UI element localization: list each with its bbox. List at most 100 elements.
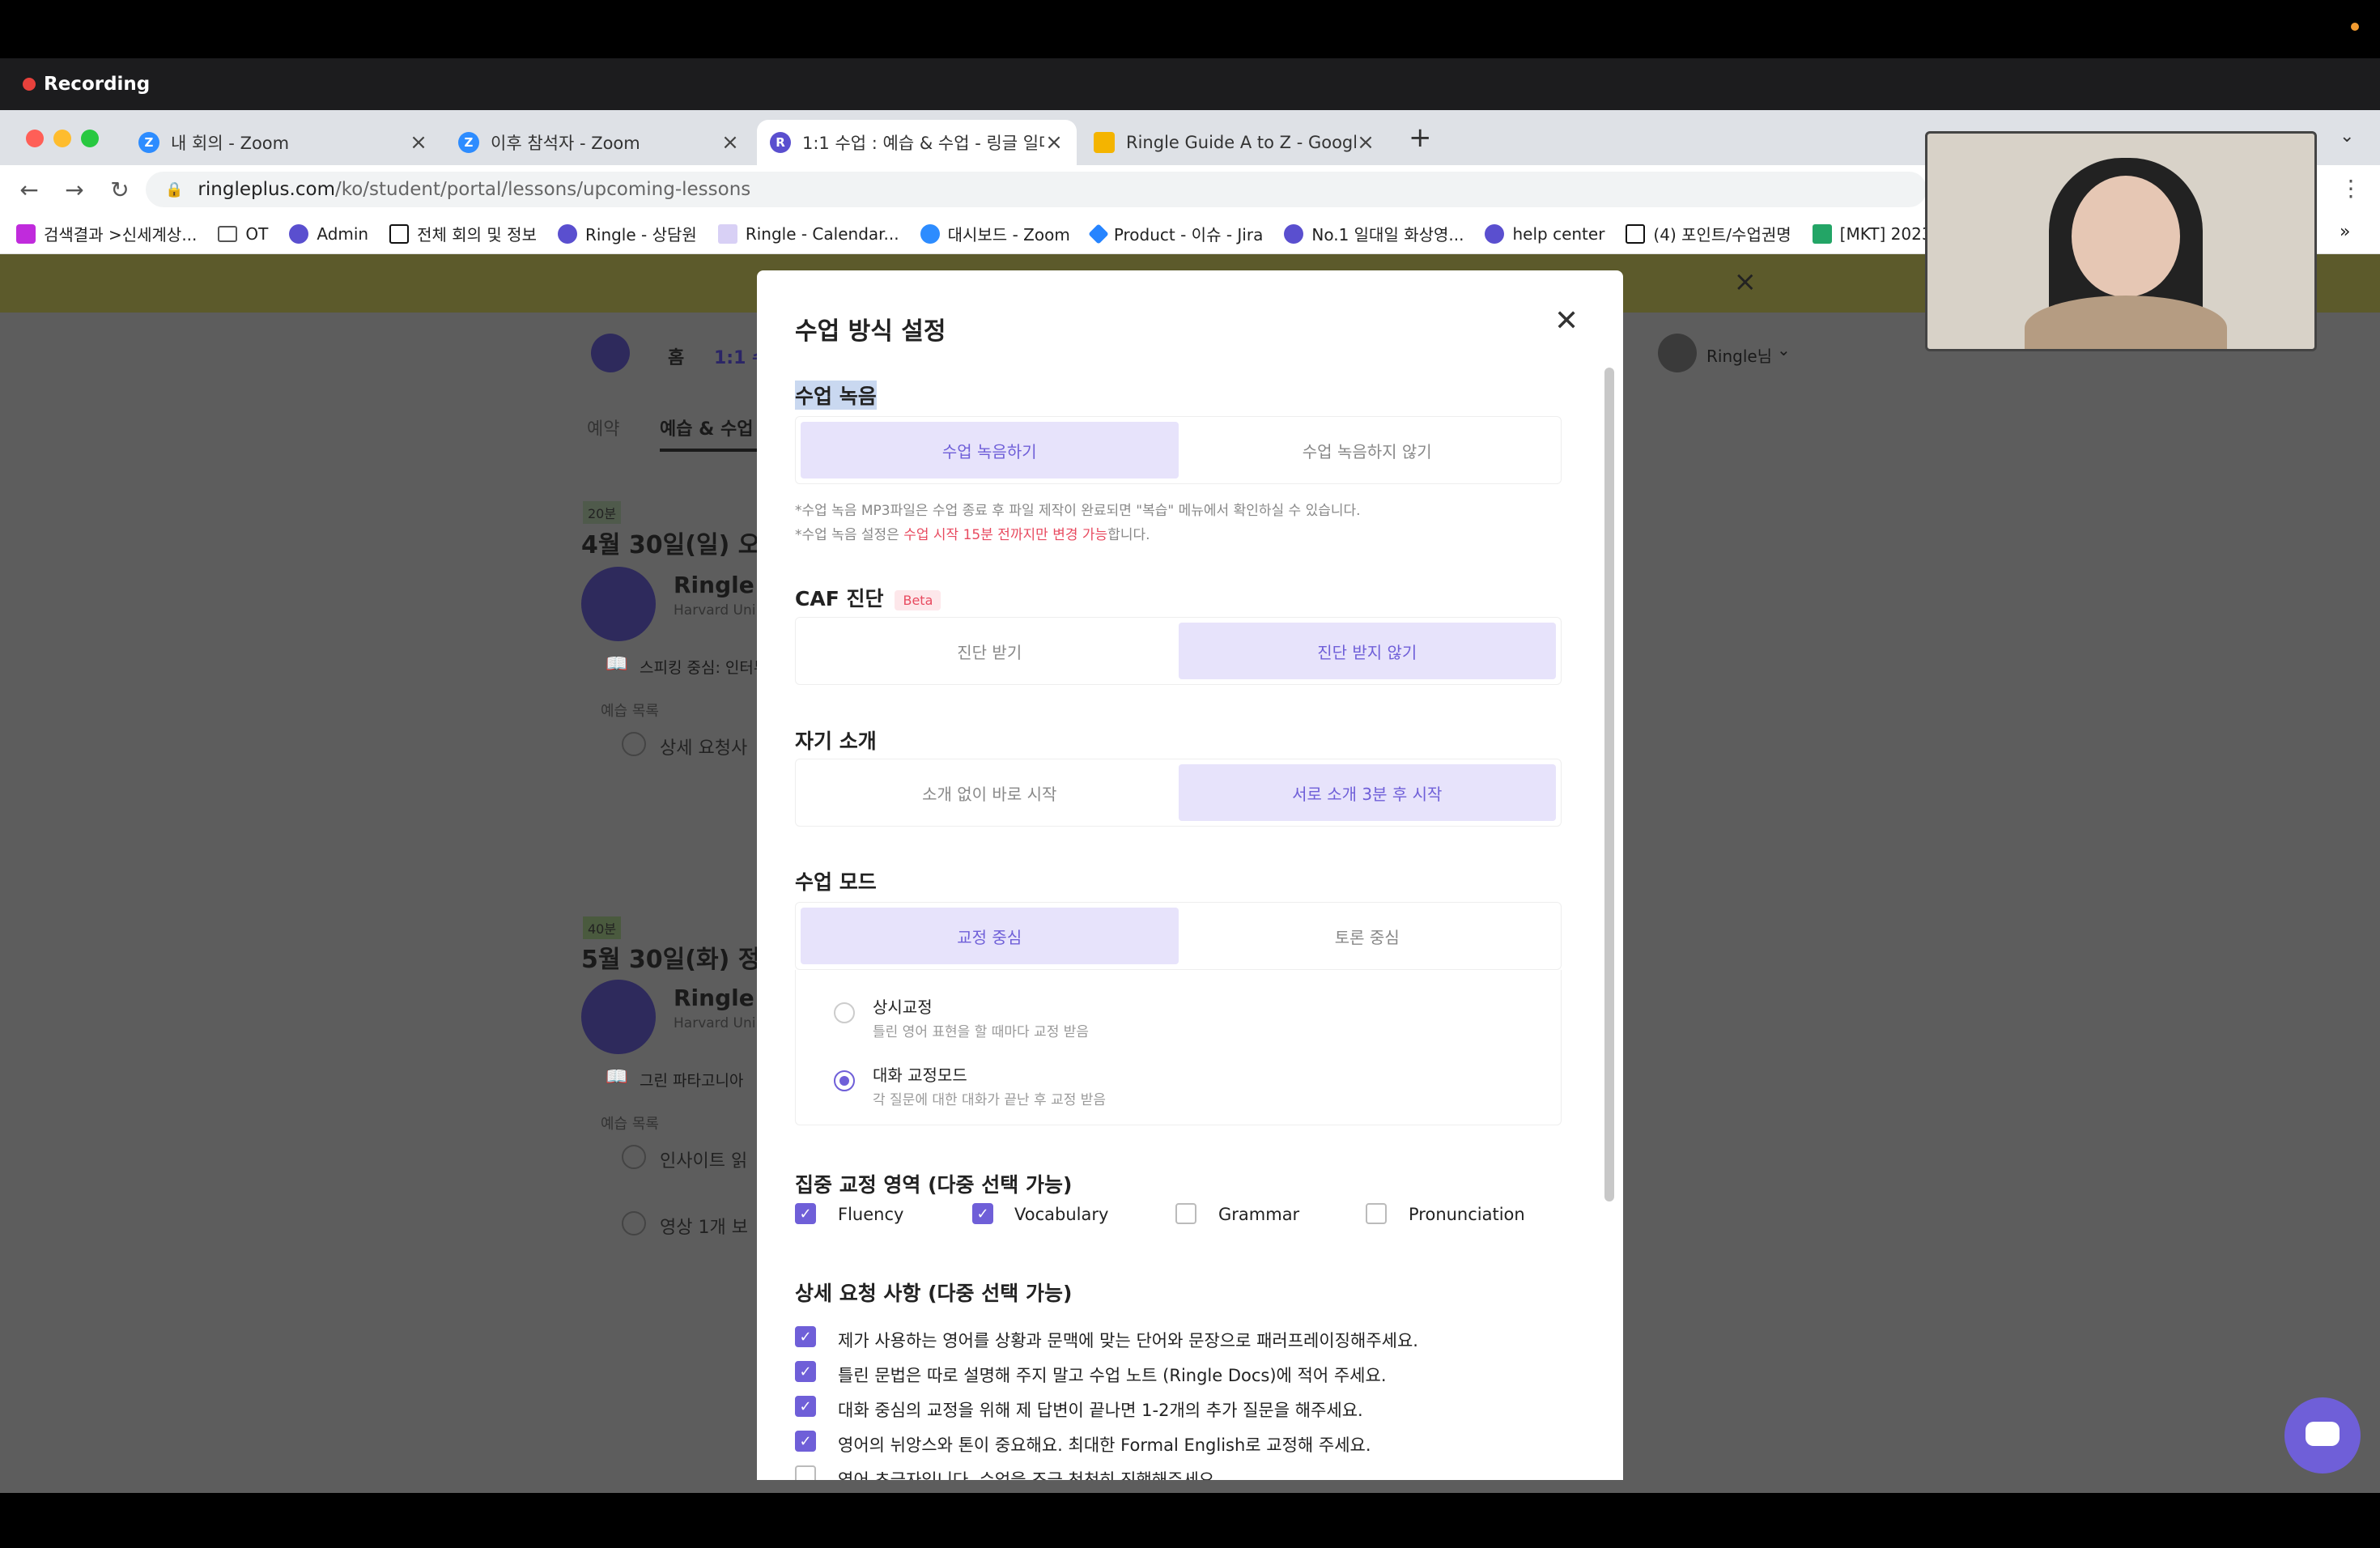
ringle-icon: R <box>770 132 791 153</box>
note-text: 합니다. <box>1107 527 1150 543</box>
recording-bar: Recording <box>0 58 2380 110</box>
nav-home[interactable]: 홈 <box>668 343 684 369</box>
request-label: 대화 중심의 교정을 위해 제 답변이 끝나면 1-2개의 추가 질문을 해주세… <box>838 1401 1363 1420</box>
section-mode: 수업 모드 <box>795 870 877 894</box>
tab-ringle-guide[interactable]: Ringle Guide A to Z - Google S × <box>1081 120 1388 165</box>
option-discussion[interactable]: 토론 중심 <box>1179 908 1557 964</box>
chevron-down-icon: ⌄ <box>1777 340 1791 359</box>
checkbox-fluency[interactable]: ✓ <box>795 1203 816 1224</box>
prep-item[interactable]: 상세 요청사 <box>660 734 747 759</box>
section-intro: 자기 소개 <box>795 729 877 753</box>
lesson-date: 5월 30일(화) 정오 <box>581 946 783 974</box>
close-tab-icon[interactable]: × <box>1356 130 1375 155</box>
radio-constant[interactable] <box>834 1002 855 1023</box>
request-label: 틀린 문법은 따로 설명해 주지 말고 수업 노트 (Ringle Docs)에… <box>838 1366 1387 1385</box>
ringle-icon <box>1284 223 1304 244</box>
reload-icon[interactable]: ↻ <box>97 176 142 203</box>
close-tab-icon[interactable]: × <box>1044 130 1064 155</box>
duration-badge: 40분 <box>583 916 622 939</box>
new-tab-icon[interactable]: + <box>1409 121 1432 154</box>
checkbox-request-1[interactable]: ✓ <box>795 1326 816 1347</box>
option-caf-no[interactable]: 진단 받지 않기 <box>1178 623 1556 679</box>
caf-toggle: 진단 받기 진단 받지 않기 <box>795 617 1562 685</box>
bookmark-item[interactable]: 전체 회의 및 정보 <box>389 222 537 245</box>
prep-label: 예습 목록 <box>601 703 659 720</box>
bookmarks-overflow-icon[interactable]: » <box>2340 222 2350 242</box>
close-window-icon[interactable] <box>26 130 44 147</box>
bookmark-label: 검색결과 >신세계상... <box>44 225 198 245</box>
bookmark-label: Admin <box>317 223 369 244</box>
ssg-icon <box>16 223 36 244</box>
tab-prep[interactable]: 예습 & 수업 <box>660 415 753 440</box>
bookmark-item[interactable]: Admin <box>289 223 369 244</box>
option-no-record[interactable]: 수업 녹음하지 않기 <box>1179 422 1557 478</box>
bookmark-folder[interactable]: OT <box>218 224 268 244</box>
tab-ringle-lesson[interactable]: R 1:1 수업 : 예습 & 수업 - 링글 일대일 × <box>757 120 1077 165</box>
close-icon[interactable]: ✕ <box>1554 304 1579 338</box>
bottom-black-bar <box>0 1493 2380 1548</box>
bookmark-label: Product - 이슈 - Jira <box>1113 225 1264 245</box>
option-caf-yes[interactable]: 진단 받기 <box>801 623 1179 679</box>
option-intro-3min[interactable]: 서로 소개 3분 후 시작 <box>1178 764 1556 821</box>
bookmark-item[interactable]: Ringle - Calendar... <box>717 223 899 244</box>
tab-label: 1:1 수업 : 예습 & 수업 - 링글 일대일 <box>802 134 1044 153</box>
tab-label: 내 회의 - Zoom <box>171 134 290 153</box>
checkbox-vocabulary[interactable]: ✓ <box>972 1203 993 1224</box>
tab-zoom-attendees[interactable]: Z 이후 참석자 - Zoom × <box>445 120 753 165</box>
bookmark-label: help center <box>1512 223 1605 244</box>
user-avatar <box>1658 334 1697 372</box>
checkbox-pronunciation[interactable] <box>1366 1203 1387 1224</box>
recording-note-2: *수업 녹음 설정은 수업 시작 15분 전까지만 변경 가능합니다. <box>795 523 1150 543</box>
google-sheets-icon <box>1812 223 1832 244</box>
notion-icon <box>389 223 410 244</box>
back-icon[interactable]: ← <box>6 176 52 203</box>
checkbox-request-5[interactable] <box>795 1465 816 1480</box>
bookmark-item[interactable]: 대시보드 - Zoom <box>920 222 1070 245</box>
request-label: 영어 초급자입니다. 수업을 조금 천천히 진행해주세요. <box>838 1470 1220 1480</box>
bookmark-item[interactable]: Ringle - 상담원 <box>557 222 697 245</box>
prep-item[interactable]: 인사이트 읽 <box>660 1146 747 1172</box>
url-domain: ringleplus.com <box>198 179 335 200</box>
checkbox-label: Pronunciation <box>1409 1205 1525 1224</box>
bookmark-item[interactable]: (4) 포인트/수업권명 <box>1626 222 1791 245</box>
close-tab-icon[interactable]: × <box>720 130 740 155</box>
option-record[interactable]: 수업 녹음하기 <box>801 422 1179 478</box>
browser-menu-icon[interactable]: ⋮ <box>2340 175 2362 202</box>
request-label: 제가 사용하는 영어를 상황과 문맥에 맞는 단어와 문장으로 패러프레이징해주… <box>838 1331 1418 1350</box>
webcam-overlay <box>1925 131 2317 351</box>
tab-zoom-meetings[interactable]: Z 내 회의 - Zoom × <box>125 120 441 165</box>
google-slides-icon <box>1094 132 1115 153</box>
lesson-topic: 스피킹 중심: 인터뷰 <box>640 659 768 677</box>
prep-item[interactable]: 영상 1개 보 <box>660 1213 748 1239</box>
bookmark-label: 전체 회의 및 정보 <box>417 225 537 245</box>
bookmark-item[interactable]: 검색결과 >신세계상... <box>16 222 197 245</box>
radio-conversation[interactable] <box>834 1070 855 1091</box>
chat-button[interactable] <box>2284 1397 2361 1474</box>
minimize-window-icon[interactable] <box>53 130 71 147</box>
option-no-intro[interactable]: 소개 없이 바로 시작 <box>801 764 1179 821</box>
notion-icon <box>1626 223 1646 244</box>
bookmark-item[interactable]: help center <box>1485 223 1605 244</box>
forward-icon[interactable]: → <box>52 176 97 203</box>
bookmark-item[interactable]: No.1 일대일 화상영... <box>1284 222 1464 245</box>
address-bar[interactable]: 🔒 ringleplus.com/ko/student/portal/lesso… <box>146 172 1927 207</box>
tab-search-chevron-icon[interactable]: ⌄ <box>2340 126 2354 147</box>
checkbox-request-2[interactable]: ✓ <box>795 1361 816 1382</box>
top-black-bar <box>0 0 2380 58</box>
bookmark-item[interactable]: Product - 이슈 - Jira <box>1088 222 1264 245</box>
book-icon: 📖 <box>606 654 628 674</box>
maximize-window-icon[interactable] <box>81 130 99 147</box>
checkbox-grammar[interactable] <box>1175 1203 1196 1224</box>
modal-title: 수업 방식 설정 <box>795 317 946 346</box>
close-tab-icon[interactable]: × <box>409 130 428 155</box>
checkbox-request-3[interactable]: ✓ <box>795 1396 816 1417</box>
ringle-icon <box>557 223 577 244</box>
checkbox-request-4[interactable]: ✓ <box>795 1431 816 1452</box>
recording-label: Recording <box>44 74 151 95</box>
tab-reserve[interactable]: 예약 <box>587 415 619 440</box>
status-dot-icon <box>2351 23 2359 31</box>
user-menu[interactable]: Ringle님 <box>1706 343 1772 367</box>
close-banner-icon[interactable]: × <box>1734 266 1757 298</box>
modal-scrollbar[interactable] <box>1604 368 1614 1201</box>
option-correction[interactable]: 교정 중심 <box>801 908 1179 964</box>
